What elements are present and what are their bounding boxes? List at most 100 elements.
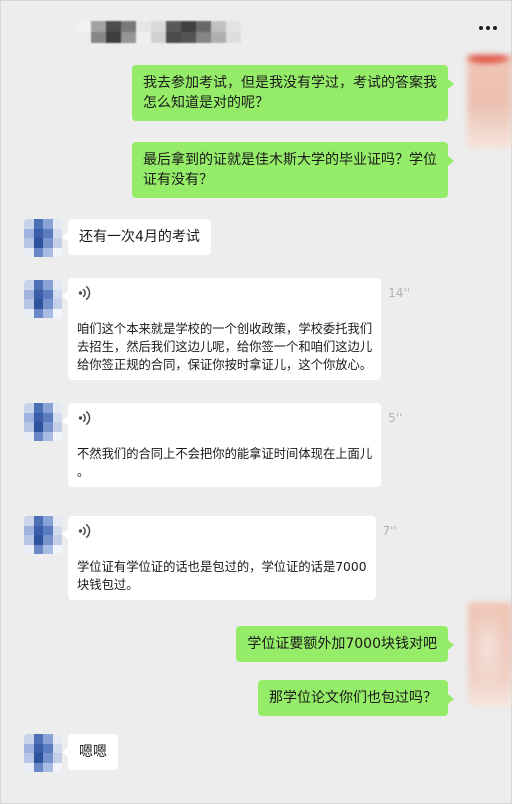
chat-screen: 我去参加考试，但是我没有学过，考试的答案我 怎么知道是对的呢？ 最后拿到的证就是… bbox=[0, 0, 512, 804]
mosaic-cell bbox=[24, 280, 34, 290]
mosaic-cell bbox=[24, 431, 34, 441]
message-text-line: 证有没有？ bbox=[143, 172, 213, 188]
mosaic-cell bbox=[33, 535, 43, 545]
mosaic-cell bbox=[24, 299, 34, 309]
mosaic-cell bbox=[43, 753, 53, 763]
mosaic-cell bbox=[33, 544, 43, 554]
mosaic-cell bbox=[52, 403, 62, 413]
mosaic-cell bbox=[33, 280, 43, 290]
mosaic-cell bbox=[52, 516, 62, 526]
mosaic-cell bbox=[43, 280, 53, 290]
self-avatar[interactable] bbox=[468, 602, 512, 706]
mosaic-cell bbox=[91, 32, 106, 43]
mosaic-cell bbox=[52, 743, 62, 753]
mosaic-cell bbox=[52, 422, 62, 432]
mosaic-cell bbox=[52, 308, 62, 318]
mosaic-cell bbox=[52, 247, 62, 257]
mosaic-cell bbox=[211, 21, 226, 32]
mosaic-cell bbox=[33, 412, 43, 422]
mosaic-cell bbox=[24, 516, 34, 526]
voice-duration: 5'' bbox=[388, 411, 403, 425]
mosaic-cell bbox=[151, 32, 166, 43]
received-message-bubble[interactable]: 嗯嗯 bbox=[62, 734, 118, 770]
contact-avatar[interactable] bbox=[24, 734, 62, 772]
voice-play-button[interactable] bbox=[68, 278, 381, 308]
mosaic-cell bbox=[166, 21, 181, 32]
mosaic-cell bbox=[52, 219, 62, 229]
mosaic-cell bbox=[52, 280, 62, 290]
mosaic-cell bbox=[151, 21, 166, 32]
sent-message-bubble[interactable]: 学位证要额外加7000块钱对吧 bbox=[236, 626, 454, 662]
contact-avatar[interactable] bbox=[24, 219, 62, 257]
mosaic-cell bbox=[76, 21, 91, 32]
more-icon-dot bbox=[493, 26, 497, 30]
mosaic-cell bbox=[52, 762, 62, 772]
mosaic-cell bbox=[24, 238, 34, 248]
mosaic-cell bbox=[33, 228, 43, 238]
voice-transcript: 咱们这个本来就是学校的一个创收政策，学校委托我们 去招生，然后我们这边儿呢，给你… bbox=[68, 308, 381, 380]
more-icon[interactable] bbox=[474, 18, 502, 38]
mosaic-cell bbox=[24, 753, 34, 763]
mosaic-cell bbox=[43, 247, 53, 257]
transcript-line: 给你签正规的合同，保证你按时拿证儿，这个你放心。 bbox=[77, 358, 373, 372]
mosaic-cell bbox=[52, 734, 62, 744]
mosaic-cell bbox=[33, 403, 43, 413]
mosaic-cell bbox=[33, 743, 43, 753]
sent-message-bubble[interactable]: 那学位论文你们也包过吗？ bbox=[258, 680, 454, 716]
mosaic-cell bbox=[166, 32, 181, 43]
mosaic-cell bbox=[33, 299, 43, 309]
mosaic-cell bbox=[43, 544, 53, 554]
sent-message-bubble[interactable]: 最后拿到的证就是佳木斯大学的毕业证吗？学位 证有没有？ bbox=[132, 142, 454, 198]
voice-icon bbox=[78, 410, 91, 426]
contact-avatar[interactable] bbox=[24, 280, 62, 318]
message-text-line: 怎么知道是对的呢？ bbox=[143, 95, 269, 111]
mosaic-cell bbox=[24, 247, 34, 257]
mosaic-cell bbox=[43, 734, 53, 744]
voice-play-button[interactable] bbox=[68, 516, 376, 546]
voice-play-button[interactable] bbox=[68, 403, 381, 433]
mosaic-cell bbox=[43, 516, 53, 526]
mosaic-cell bbox=[33, 247, 43, 257]
mosaic-cell bbox=[43, 431, 53, 441]
mosaic-cell bbox=[181, 21, 196, 32]
mosaic-cell bbox=[33, 308, 43, 318]
more-icon-dot bbox=[479, 26, 483, 30]
mosaic-cell bbox=[43, 422, 53, 432]
mosaic-cell bbox=[121, 21, 136, 32]
contact-avatar[interactable] bbox=[24, 516, 62, 554]
mosaic-cell bbox=[91, 21, 106, 32]
message-text-line: 最后拿到的证就是佳木斯大学的毕业证吗？学位 bbox=[143, 152, 437, 168]
voice-transcript: 学位证有学位证的话也是包过的，学位证的话是7000 块钱包过。 bbox=[68, 546, 376, 600]
self-avatar[interactable] bbox=[467, 55, 512, 149]
transcript-line: 。 bbox=[77, 465, 90, 479]
message-text-line: 那学位论文你们也包过吗？ bbox=[269, 690, 437, 706]
message-text-line: 嗯嗯 bbox=[79, 744, 107, 760]
voice-message-bubble[interactable]: 学位证有学位证的话也是包过的，学位证的话是7000 块钱包过。 bbox=[62, 516, 376, 600]
contact-avatar[interactable] bbox=[24, 403, 62, 441]
voice-duration: 14'' bbox=[388, 286, 411, 300]
mosaic-cell bbox=[24, 762, 34, 772]
transcript-line: 块钱包过。 bbox=[77, 578, 139, 592]
sent-message-bubble[interactable]: 我去参加考试，但是我没有学过，考试的答案我 怎么知道是对的呢？ bbox=[132, 65, 454, 121]
mosaic-cell bbox=[24, 219, 34, 229]
mosaic-cell bbox=[196, 32, 211, 43]
received-message-bubble[interactable]: 还有一次4月的考试 bbox=[62, 219, 211, 255]
mosaic-cell bbox=[24, 289, 34, 299]
voice-icon bbox=[78, 523, 91, 539]
mosaic-cell bbox=[136, 21, 151, 32]
mosaic-cell bbox=[52, 431, 62, 441]
voice-message-bubble[interactable]: 不然我们的合同上不会把你的能拿证时间体现在上面儿 。 bbox=[61, 403, 382, 487]
mosaic-cell bbox=[43, 525, 53, 535]
voice-message-bubble[interactable]: 咱们这个本来就是学校的一个创收政策，学校委托我们 去招生，然后我们这边儿呢，给你… bbox=[61, 278, 382, 380]
chat-header bbox=[0, 0, 512, 52]
mosaic-cell bbox=[196, 21, 211, 32]
mosaic-cell bbox=[43, 219, 53, 229]
more-icon-dot bbox=[486, 26, 490, 30]
mosaic-cell bbox=[52, 544, 62, 554]
mosaic-cell bbox=[52, 525, 62, 535]
mosaic-cell bbox=[121, 32, 136, 43]
mosaic-cell bbox=[33, 516, 43, 526]
contact-name-redacted bbox=[76, 21, 241, 43]
mosaic-cell bbox=[24, 412, 34, 422]
transcript-line: 去招生，然后我们这边儿呢，给你签一个和咱们这边儿 bbox=[77, 340, 373, 354]
